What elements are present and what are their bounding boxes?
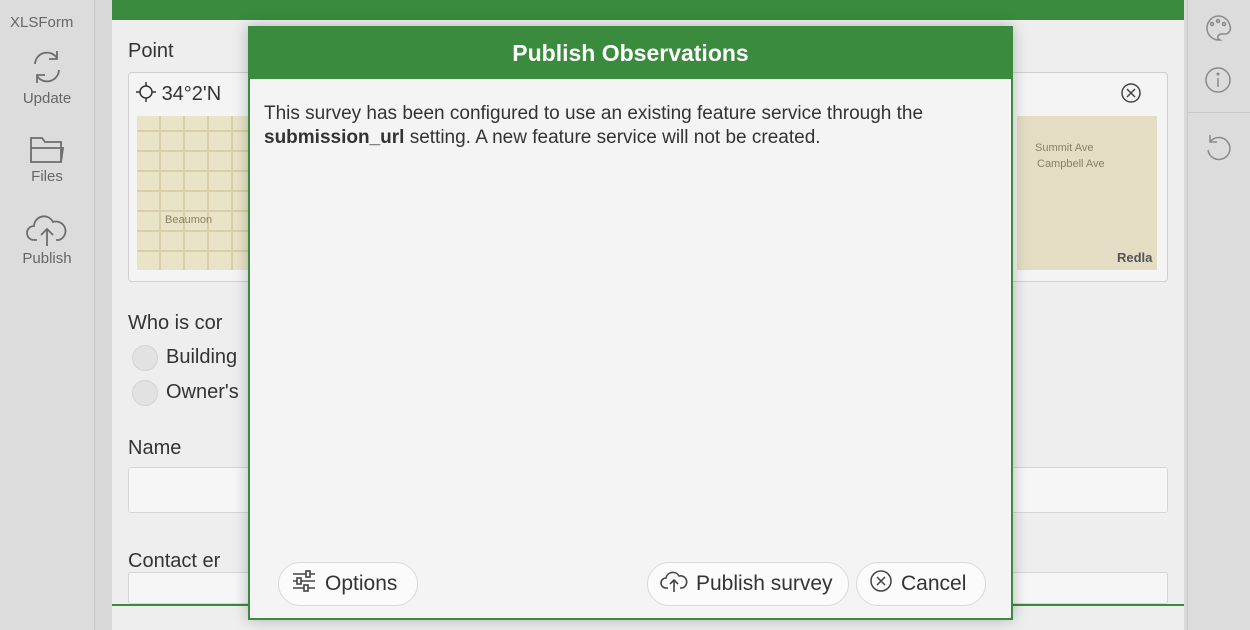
close-circle-icon (869, 569, 901, 599)
left-toolbar: XLSForm Update Files Publish (0, 0, 95, 630)
dialog-message: This survey has been configured to use a… (264, 102, 994, 150)
city-label: Redla (1117, 250, 1153, 265)
message-suffix: setting. A new feature service will not … (404, 127, 821, 148)
radio-building[interactable] (132, 345, 158, 371)
refresh-icon (0, 46, 94, 88)
clear-location-icon[interactable] (1120, 82, 1142, 109)
publish-survey-label: Publish survey (696, 572, 833, 595)
form-header-bar (112, 0, 1184, 20)
palette-icon[interactable] (1200, 10, 1236, 46)
coordinates-readout: 34°2'N (136, 82, 221, 106)
street-label-summit: Summit Ave (1035, 142, 1094, 154)
cloud-upload-icon (0, 212, 94, 248)
map-tile-right: Summit Ave Campbell Ave Redla (1017, 116, 1157, 270)
info-icon[interactable] (1200, 62, 1236, 98)
publish-dialog: Publish Observations This survey has bee… (248, 26, 1013, 620)
map-tile-left: Beaumon (137, 116, 248, 270)
undo-icon[interactable] (1200, 128, 1236, 164)
publish-label: Publish (22, 250, 72, 267)
street-label-campbell: Campbell Ave (1037, 158, 1105, 170)
cloud-upload-icon (660, 569, 696, 599)
cancel-label: Cancel (901, 572, 967, 595)
cancel-button[interactable]: Cancel (856, 562, 986, 606)
crosshair-icon (136, 82, 156, 102)
contact-question-label: Contact er (128, 550, 221, 572)
dialog-title: Publish Observations (250, 28, 1011, 79)
point-question-label: Point (128, 40, 174, 62)
options-label: Options (325, 572, 398, 595)
files-button[interactable]: Files (0, 132, 94, 185)
update-label: Update (22, 90, 72, 107)
folder-icon (0, 132, 94, 166)
options-button[interactable]: Options (278, 562, 418, 606)
option-owner-label: Owner's (166, 381, 239, 403)
right-toolbar (1187, 0, 1250, 630)
sliders-icon (291, 569, 325, 599)
option-building-label: Building (166, 346, 238, 368)
publish-button[interactable]: Publish (0, 212, 94, 267)
message-setting-name: submission_url (264, 127, 405, 148)
who-question-label: Who is cor (128, 312, 223, 334)
coordinates-text: 34°2'N (161, 83, 222, 105)
update-button[interactable]: Update (0, 46, 94, 107)
name-question-label: Name (128, 437, 182, 459)
radio-owner[interactable] (132, 380, 158, 406)
publish-survey-button[interactable]: Publish survey (647, 562, 849, 606)
right-toolbar-divider (1188, 112, 1250, 113)
app-brand: XLSForm (10, 14, 74, 31)
files-label: Files (31, 168, 63, 185)
street-label: Beaumon (165, 214, 213, 226)
message-prefix: This survey has been configured to use a… (264, 103, 924, 124)
